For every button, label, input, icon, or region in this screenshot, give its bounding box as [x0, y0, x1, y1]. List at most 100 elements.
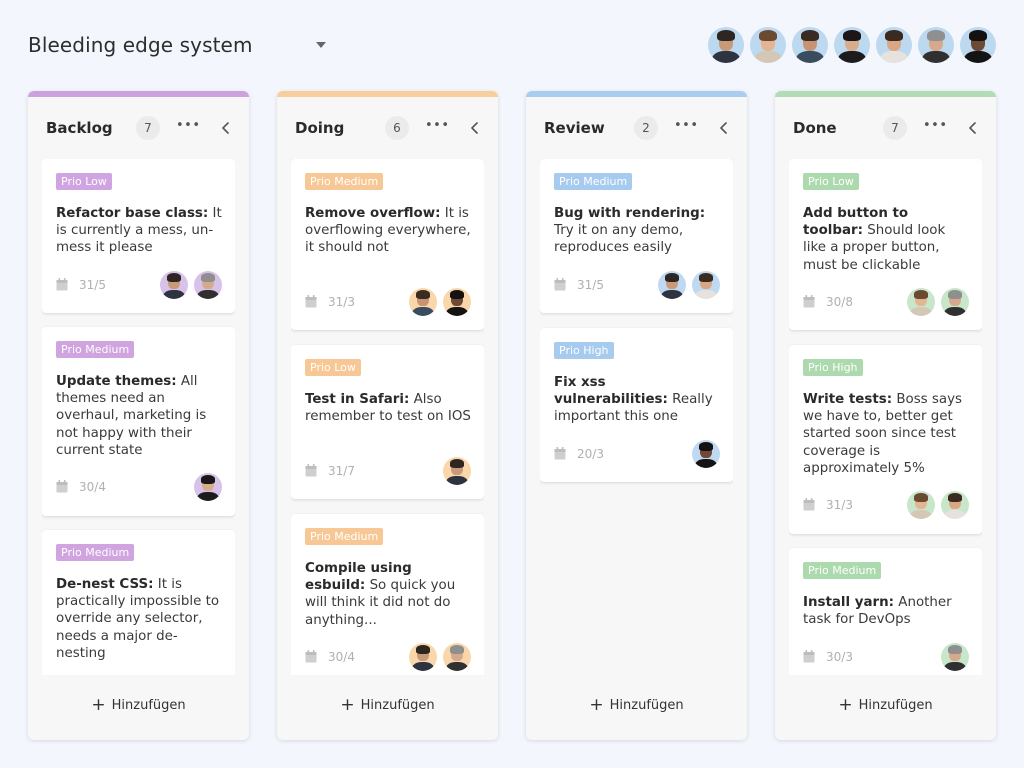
more-options-icon[interactable]: ••• [923, 115, 947, 139]
assignee-avatar[interactable] [194, 473, 222, 501]
plus-icon: + [589, 695, 604, 715]
assignee-avatar[interactable] [160, 271, 188, 299]
board-members [708, 27, 996, 63]
assignee-avatar[interactable] [658, 271, 686, 299]
due-date: 31/5 [577, 278, 604, 292]
column-title: Done [793, 119, 837, 137]
task-card[interactable]: Prio Medium Update themes: All themes nee… [42, 327, 235, 516]
task-title: Refactor base class: [56, 206, 209, 221]
task-card[interactable]: Prio Low Refactor base class: It is curre… [42, 159, 235, 313]
column-color-bar [526, 91, 747, 97]
column-done: Done 7 ••• Prio Low Add button to toolbar: S… [775, 91, 996, 740]
task-card[interactable]: Prio High Write tests: Boss says we have … [789, 345, 982, 534]
avatar-hair [800, 29, 820, 41]
task-meta: 31/5 [554, 271, 720, 299]
task-card[interactable]: Prio Medium Compile using esbuild: So qui… [291, 514, 484, 675]
avatar-hair [415, 645, 431, 654]
assignee-avatar[interactable] [907, 491, 935, 519]
add-card-button[interactable]: + Hinzufügen [277, 695, 498, 719]
column-card-count: 2 [634, 116, 658, 140]
chevron-left-icon[interactable] [216, 116, 236, 140]
task-title: Remove overflow: [305, 206, 441, 221]
column-title: Backlog [46, 119, 113, 137]
add-card-label: Hinzufügen [609, 698, 684, 713]
avatar-hair [716, 29, 736, 41]
task-meta: 30/4 [305, 643, 471, 671]
column-doing: Doing 6 ••• Prio Medium Remove overflow: It … [277, 91, 498, 740]
avatar-hair [947, 645, 963, 654]
member-avatar-6[interactable] [918, 27, 954, 63]
avatar-body [197, 290, 219, 299]
assignee-avatar[interactable] [941, 288, 969, 316]
avatar-hair [947, 290, 963, 299]
plus-icon: + [91, 695, 106, 715]
member-avatar-1[interactable] [708, 27, 744, 63]
assignee-list [409, 643, 471, 671]
add-card-button[interactable]: + Hinzufügen [526, 695, 747, 719]
calendar-icon [803, 498, 815, 511]
task-description: Fix xss vulnerabilities: Really importan… [554, 374, 722, 426]
avatar-body [412, 307, 434, 316]
avatar-body [197, 492, 219, 501]
task-title: Fix xss vulnerabilities: [554, 375, 668, 408]
priority-badge: Prio Medium [56, 544, 135, 561]
member-avatar-7[interactable] [960, 27, 996, 63]
task-card[interactable]: Prio Medium Bug with rendering: Try it on… [540, 159, 733, 313]
assignee-avatar[interactable] [907, 288, 935, 316]
avatar-body [880, 51, 908, 63]
member-avatar-4[interactable] [834, 27, 870, 63]
task-meta: 30/8 [803, 288, 969, 316]
more-options-icon[interactable]: ••• [176, 115, 200, 139]
avatar-body [796, 51, 824, 63]
column-backlog: Backlog 7 ••• Prio Low Refactor base class: … [28, 91, 249, 740]
column-header: Doing 6 ••• [277, 115, 498, 141]
assignee-list [443, 457, 471, 485]
add-card-button[interactable]: + Hinzufügen [28, 695, 249, 719]
board-title: Bleeding edge system [28, 33, 253, 57]
assignee-avatar[interactable] [692, 271, 720, 299]
assignee-avatar[interactable] [443, 457, 471, 485]
assignee-avatar[interactable] [443, 643, 471, 671]
assignee-avatar[interactable] [443, 288, 471, 316]
more-options-icon[interactable]: ••• [425, 115, 449, 139]
calendar-icon [305, 464, 317, 477]
task-card[interactable]: Prio Medium De-nest CSS: It is practicall… [42, 530, 235, 675]
add-card-button[interactable]: + Hinzufügen [775, 695, 996, 719]
assignee-avatar[interactable] [941, 491, 969, 519]
column-title: Doing [295, 119, 345, 137]
priority-badge: Prio Low [803, 173, 859, 190]
task-meta: 31/3 [803, 491, 969, 519]
assignee-list [907, 491, 969, 519]
task-card[interactable]: Prio Medium Install yarn: Another task fo… [789, 548, 982, 675]
priority-badge: Prio Medium [305, 173, 384, 190]
column-card-count: 7 [883, 116, 907, 140]
member-avatar-3[interactable] [792, 27, 828, 63]
assignee-avatar[interactable] [194, 271, 222, 299]
task-meta: 30/4 [56, 473, 222, 501]
priority-badge: Prio Low [305, 359, 361, 376]
avatar-hair [415, 290, 431, 299]
member-avatar-5[interactable] [876, 27, 912, 63]
task-card[interactable]: Prio Low Add button to toolbar: Should lo… [789, 159, 982, 330]
calendar-icon [803, 295, 815, 308]
assignee-avatar[interactable] [941, 643, 969, 671]
assignee-avatar[interactable] [409, 288, 437, 316]
chevron-left-icon[interactable] [465, 116, 485, 140]
card-list: Prio Medium Bug with rendering: Try it on… [540, 159, 733, 675]
assignee-avatar[interactable] [409, 643, 437, 671]
more-options-icon[interactable]: ••• [674, 115, 698, 139]
task-card[interactable]: Prio High Fix xss vulnerabilities: Really… [540, 328, 733, 482]
assignee-avatar[interactable] [692, 440, 720, 468]
avatar-body [446, 662, 468, 671]
task-card[interactable]: Prio Medium Remove overflow: It is overfl… [291, 159, 484, 330]
column-title: Review [544, 119, 605, 137]
chevron-left-icon[interactable] [963, 116, 983, 140]
due-date: 30/4 [79, 480, 106, 494]
task-meta: 20/3 [554, 440, 720, 468]
avatar-body [695, 459, 717, 468]
avatar-hair [698, 273, 714, 282]
task-card[interactable]: Prio Low Test in Safari: Also remember to… [291, 345, 484, 499]
member-avatar-2[interactable] [750, 27, 786, 63]
board-switcher-dropdown-icon[interactable] [316, 42, 326, 48]
chevron-left-icon[interactable] [714, 116, 734, 140]
